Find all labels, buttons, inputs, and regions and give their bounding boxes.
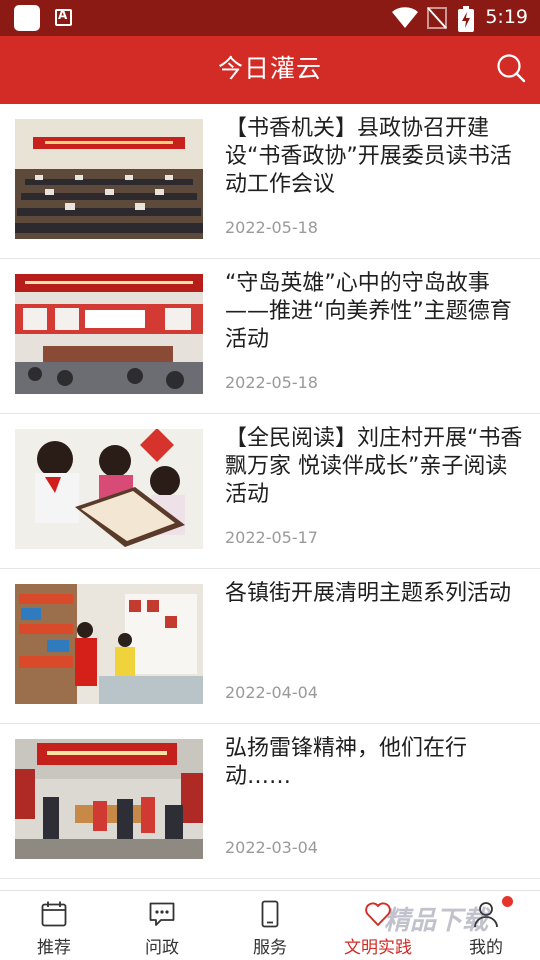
news-item[interactable]: 各镇街开展清明主题系列活动 2022-04-04 xyxy=(0,569,540,724)
calendar-icon xyxy=(41,901,67,927)
news-date: 2022-05-17 xyxy=(225,528,318,547)
app-bar: 今日灌云 xyxy=(0,36,540,104)
news-title: 各镇街开展清明主题系列活动 xyxy=(225,581,512,606)
battery-charging-icon xyxy=(458,6,474,32)
phone-icon xyxy=(261,900,279,928)
news-title: 【全民阅读】刘庄村开展“书香飘万家 悦读伴成长”亲子阅读活动 xyxy=(225,426,523,507)
page-title: 今日灌云 xyxy=(217,54,322,83)
news-date: 2022-05-18 xyxy=(225,218,318,237)
tab-service[interactable]: 服务 xyxy=(216,891,324,960)
outdoor-volunteer-photo xyxy=(15,739,203,859)
search-icon[interactable] xyxy=(496,53,526,83)
notification-a-icon: A xyxy=(55,8,72,26)
meeting-hall-photo xyxy=(15,119,203,239)
notification-app-icon xyxy=(14,5,40,31)
news-item[interactable]: “守岛英雄”心中的守岛故事——推进“向美养性”主题德育活动 2022-05-18 xyxy=(0,259,540,414)
watermark: 精品下载 xyxy=(384,906,489,936)
shop-volunteers-photo xyxy=(15,584,203,704)
news-date: 2022-03-04 xyxy=(225,838,318,857)
tab-recommend[interactable]: 推荐 xyxy=(0,891,108,960)
news-date: 2022-04-04 xyxy=(225,683,318,702)
status-bar: A 5:19 xyxy=(0,0,540,36)
tab-inquiry[interactable]: 问政 xyxy=(108,891,216,960)
news-item[interactable]: 【书香机关】县政协召开建设“书香政协”开展委员读书活动工作会议 2022-05-… xyxy=(0,104,540,259)
news-list: 【书香机关】县政协召开建设“书香政协”开展委员读书活动工作会议 2022-05-… xyxy=(0,104,540,890)
notification-dot xyxy=(502,896,513,907)
tab-label: 问政 xyxy=(145,938,179,958)
news-title: 弘扬雷锋精神，他们在行动…… xyxy=(225,736,468,789)
tab-label: 推荐 xyxy=(37,938,71,958)
school-assembly-photo xyxy=(15,274,203,394)
status-time: 5:19 xyxy=(485,6,528,28)
no-signal-icon xyxy=(427,7,447,29)
news-item[interactable]: 【全民阅读】刘庄村开展“书香飘万家 悦读伴成长”亲子阅读活动 2022-05-1… xyxy=(0,414,540,569)
news-item[interactable]: 弘扬雷锋精神，他们在行动…… 2022-03-04 xyxy=(0,724,540,879)
children-reading-photo xyxy=(15,429,203,549)
news-date: 2022-05-18 xyxy=(225,373,318,392)
news-title: “守岛英雄”心中的守岛故事——推进“向美养性”主题德育活动 xyxy=(225,271,512,352)
news-title: 【书香机关】县政协召开建设“书香政协”开展委员读书活动工作会议 xyxy=(225,116,512,197)
wifi-icon xyxy=(392,7,418,28)
tab-label: 服务 xyxy=(253,938,287,958)
chat-bubble-icon xyxy=(149,902,175,926)
